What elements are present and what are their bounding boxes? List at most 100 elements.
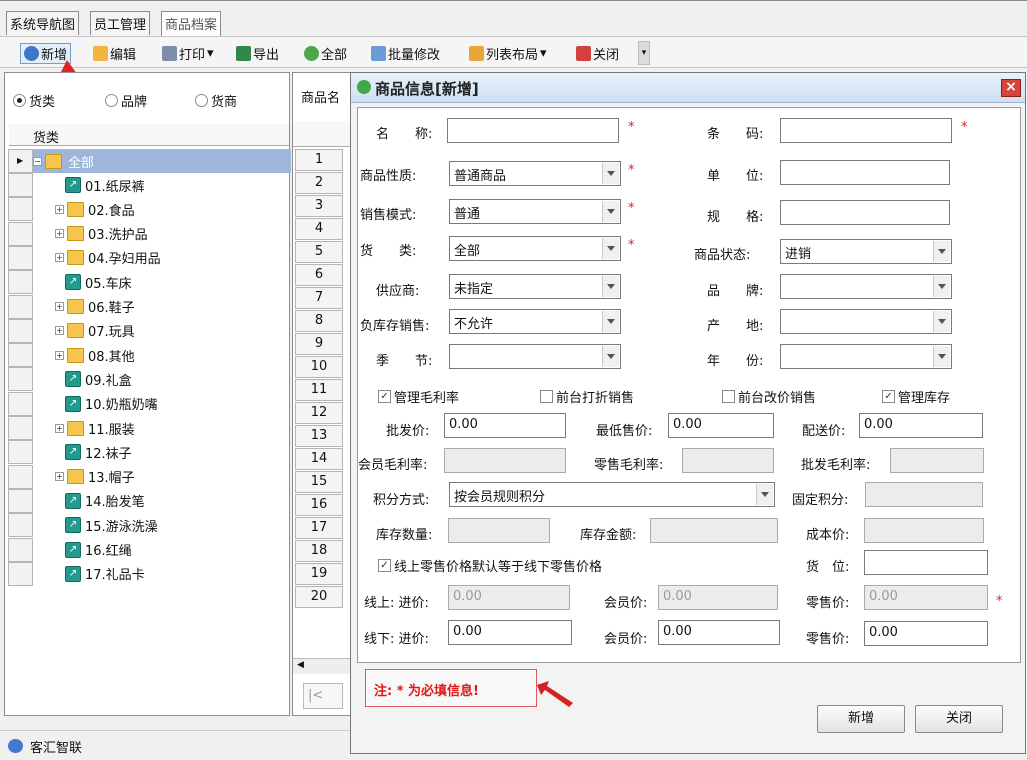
logo-icon bbox=[8, 739, 23, 753]
list-column-header bbox=[293, 121, 351, 147]
online-retail-input[interactable]: 0.00 bbox=[864, 585, 988, 610]
expand-icon[interactable]: + bbox=[55, 302, 64, 311]
unit-input[interactable] bbox=[780, 160, 950, 185]
wholesale-input[interactable]: 0.00 bbox=[444, 413, 566, 438]
online-sync-checkbox[interactable]: ✓ 线上零售价格默认等于线下零售价格 bbox=[378, 556, 602, 575]
offline-member-input[interactable]: 0.00 bbox=[658, 620, 780, 645]
tree-node-item[interactable]: +03.洗护品 bbox=[55, 222, 148, 246]
edit-button[interactable]: 编辑 bbox=[93, 43, 136, 64]
member-margin-input[interactable] bbox=[444, 448, 566, 473]
tree-node-item[interactable]: ↗ 10.奶瓶奶嘴 bbox=[65, 392, 158, 416]
required-mark: * bbox=[996, 594, 1003, 609]
tree-node-item[interactable]: ↗ 14.胎发笔 bbox=[65, 489, 145, 513]
season-select[interactable] bbox=[449, 344, 621, 369]
first-page-button[interactable]: |< bbox=[303, 683, 343, 709]
dialog-close-action-button[interactable]: 关闭 bbox=[915, 705, 1003, 733]
tree-node-item[interactable]: ↗ 17.礼品卡 bbox=[65, 562, 145, 586]
radio-label: 货商 bbox=[211, 95, 238, 110]
tree-node-item[interactable]: +02.食品 bbox=[55, 197, 135, 221]
expand-icon[interactable]: + bbox=[55, 423, 64, 433]
name-input[interactable] bbox=[447, 118, 619, 143]
tree-node-label: 07.玩具 bbox=[88, 325, 135, 341]
front-price-change-checkbox[interactable]: 前台改价销售 bbox=[722, 387, 816, 406]
close-button[interactable]: 关闭 bbox=[576, 43, 619, 64]
check-icon: ✓ bbox=[378, 390, 391, 403]
supplier-select[interactable]: 未指定 bbox=[449, 274, 621, 299]
online-cost-input[interactable]: 0.00 bbox=[448, 585, 570, 610]
dialog-close-button[interactable]: × bbox=[1001, 79, 1021, 97]
negative-stock-select[interactable]: 不允许 bbox=[449, 309, 621, 334]
tree-node-item[interactable]: ↗ 01.纸尿裤 bbox=[65, 173, 145, 197]
expand-icon[interactable]: + bbox=[55, 253, 64, 263]
tree-node-item[interactable]: +04.孕妇用品 bbox=[55, 246, 161, 270]
brand-label: 客汇智联 bbox=[30, 741, 83, 756]
tree-node-item[interactable]: +08.其他 bbox=[55, 343, 135, 367]
horizontal-scrollbar[interactable]: ◀ bbox=[293, 658, 351, 674]
wholesale-margin-input[interactable] bbox=[890, 448, 984, 473]
tree-node-item[interactable]: ↗ 16.红绳 bbox=[65, 538, 132, 562]
status-select[interactable]: 进销 bbox=[780, 239, 952, 264]
online-member-input[interactable]: 0.00 bbox=[658, 585, 778, 610]
dialog-add-button[interactable]: 新增 bbox=[817, 705, 905, 733]
nature-select[interactable]: 普通商品 bbox=[449, 161, 621, 186]
radio-supplier[interactable]: 货商 bbox=[195, 91, 237, 110]
expand-icon[interactable]: + bbox=[55, 326, 64, 336]
cost-input[interactable] bbox=[864, 518, 984, 543]
spec-input[interactable] bbox=[780, 200, 950, 225]
check-label: 前台打折销售 bbox=[556, 391, 635, 406]
folder-icon bbox=[67, 226, 84, 242]
folder-icon bbox=[67, 347, 84, 363]
tree-node-item[interactable]: +06.鞋子 bbox=[55, 295, 135, 319]
origin-select[interactable] bbox=[780, 309, 952, 334]
all-button[interactable]: 全部 bbox=[304, 43, 347, 64]
tree-node-label: 05.车床 bbox=[85, 276, 132, 292]
retail-margin-input[interactable] bbox=[682, 448, 774, 473]
expand-icon[interactable]: + bbox=[55, 204, 64, 214]
toolbar-overflow[interactable]: ▾ bbox=[638, 41, 650, 65]
batch-edit-button[interactable]: 批量修改 bbox=[371, 43, 440, 64]
delivery-input[interactable]: 0.00 bbox=[859, 413, 983, 438]
expand-icon[interactable]: + bbox=[55, 350, 64, 360]
stock-amount-input[interactable] bbox=[650, 518, 778, 543]
tab-system-nav[interactable]: 系统导航图 bbox=[6, 11, 80, 35]
tree-node-item[interactable]: ↗ 05.车床 bbox=[65, 270, 132, 294]
offline-retail-input[interactable]: 0.00 bbox=[864, 621, 988, 646]
row-number: 19 bbox=[295, 563, 343, 585]
offline-cost-input[interactable]: 0.00 bbox=[448, 620, 572, 645]
stock-qty-input[interactable] bbox=[448, 518, 550, 543]
tab-employee[interactable]: 员工管理 bbox=[90, 11, 151, 35]
print-button[interactable]: 打印 ▾ bbox=[162, 43, 214, 64]
tree-node-item[interactable]: ↗ 15.游泳洗澡 bbox=[65, 513, 158, 537]
points-method-select[interactable]: 按会员规则积分 bbox=[449, 482, 775, 507]
leaf-icon: ↗ bbox=[65, 492, 81, 509]
tab-product-archive[interactable]: 商品档案 bbox=[161, 11, 222, 36]
brand-select[interactable] bbox=[780, 274, 952, 299]
manage-inventory-checkbox[interactable]: ✓ 管理库存 bbox=[882, 387, 950, 406]
radio-brand[interactable]: 品牌 bbox=[105, 91, 147, 110]
tree-node-item[interactable]: +13.帽子 bbox=[55, 465, 135, 489]
tree-node-item[interactable]: ↗ 09.礼盒 bbox=[65, 367, 132, 391]
tree-node-root[interactable]: − 全部 bbox=[33, 149, 291, 173]
tree-node-item[interactable]: +07.玩具 bbox=[55, 319, 135, 343]
expand-icon[interactable]: + bbox=[55, 472, 64, 482]
sale-mode-select[interactable]: 普通 bbox=[449, 199, 621, 224]
layout-button[interactable]: 列表布局 ▾ bbox=[469, 43, 547, 64]
fixed-points-input[interactable] bbox=[865, 482, 983, 507]
chevron-down-icon: ▾ bbox=[207, 46, 214, 61]
filter-icon bbox=[371, 46, 386, 61]
radio-category[interactable]: 货类 bbox=[13, 91, 55, 110]
tree-node-item[interactable]: ↗ 12.袜子 bbox=[65, 440, 132, 464]
location-input[interactable] bbox=[864, 550, 988, 575]
negative-stock-label: 负库存销售: bbox=[360, 319, 430, 334]
front-discount-checkbox[interactable]: 前台打折销售 bbox=[540, 387, 634, 406]
category-select[interactable]: 全部 bbox=[449, 236, 621, 261]
expand-icon[interactable]: + bbox=[55, 229, 64, 239]
year-select[interactable] bbox=[780, 344, 952, 369]
barcode-input[interactable] bbox=[780, 118, 952, 143]
export-button[interactable]: 导出 bbox=[236, 43, 279, 64]
tree-node-item[interactable]: +11.服装 bbox=[55, 416, 135, 440]
manage-margin-checkbox[interactable]: ✓ 管理毛利率 bbox=[378, 387, 459, 406]
min-price-input[interactable]: 0.00 bbox=[668, 413, 774, 438]
offline-member-label: 会员价: bbox=[604, 632, 648, 647]
check-label: 管理库存 bbox=[898, 391, 951, 406]
